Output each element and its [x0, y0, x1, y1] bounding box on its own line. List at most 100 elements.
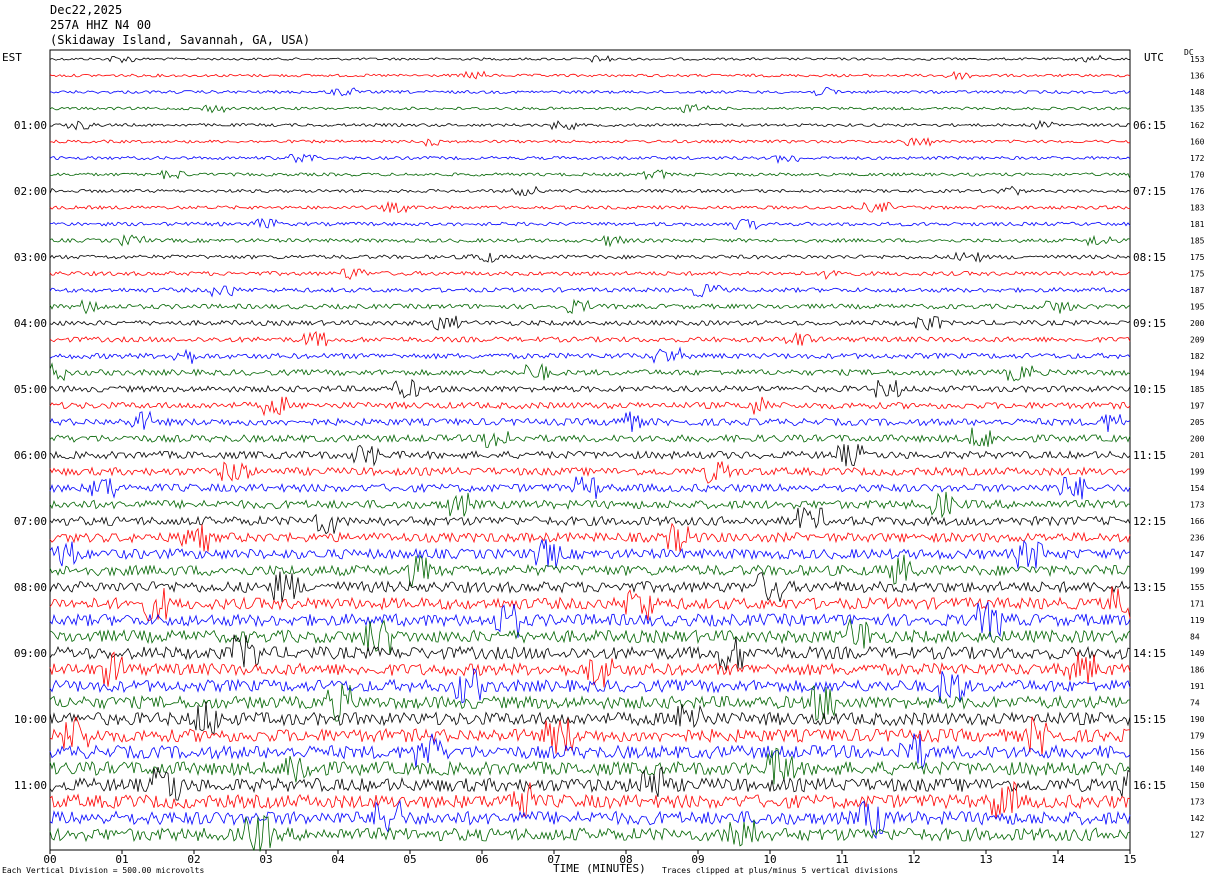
x-tick-label: 13	[979, 853, 992, 866]
trace-line-22	[49, 410, 1131, 432]
dc-offset-value: 195	[1190, 303, 1205, 312]
x-tick-label: 10	[763, 853, 776, 866]
dc-offset-value: 140	[1190, 765, 1205, 774]
dc-offset-value: 185	[1190, 385, 1205, 394]
dc-offset-value: 182	[1190, 352, 1205, 361]
trace-line-9	[49, 200, 1130, 214]
trace-line-21	[49, 396, 1131, 417]
dc-offset-value: 127	[1190, 831, 1205, 840]
utc-hour-label: 07:15	[1133, 185, 1166, 198]
utc-hour-label: 15:15	[1133, 713, 1166, 726]
dc-offset-value: 172	[1190, 154, 1205, 163]
dc-offset-value: 190	[1190, 715, 1205, 724]
trace-line-18	[49, 346, 1131, 364]
utc-hour-label: 14:15	[1133, 647, 1166, 660]
est-hour-label: 06:00	[14, 449, 47, 462]
dc-offset-value: 148	[1190, 88, 1205, 97]
dc-offset-value: 135	[1190, 105, 1205, 114]
dc-offset-value: 136	[1190, 72, 1205, 81]
dc-offset-value: 176	[1190, 187, 1205, 196]
utc-hour-labels: 06:15 07:15 08:15 09:15 10:15 11:15 12:15 13:15…	[1133, 119, 1166, 792]
dc-offset-value: 147	[1190, 550, 1205, 559]
division-scale-note: Each Vertical Division = 500.00 microvol…	[2, 866, 205, 875]
trace-line-4	[49, 119, 1131, 131]
helicorder-plot: 00 01 02 03 04 05 06 07 08 09 10 11 12 13 14 15 01:0002…	[14, 49, 1205, 866]
trace-line-29	[49, 522, 1131, 552]
x-axis-title: TIME (MINUTES)	[553, 862, 646, 875]
x-tick-label: 06	[475, 853, 488, 866]
dc-offset-value: 166	[1190, 517, 1205, 526]
trace-line-19	[49, 362, 1131, 382]
est-hour-label: 07:00	[14, 515, 47, 528]
dc-offset-value: 153	[1190, 55, 1205, 64]
utc-hour-label: 12:15	[1133, 515, 1166, 528]
dc-offset-value: 186	[1190, 666, 1205, 675]
dc-offset-value: 156	[1190, 748, 1205, 757]
trace-line-2	[49, 87, 1131, 97]
dc-offset-value: 187	[1190, 286, 1205, 295]
x-tick-label: 09	[691, 853, 704, 866]
dc-offset-value: 175	[1190, 253, 1205, 262]
trace-line-26	[49, 476, 1131, 500]
dc-offset-value: 191	[1190, 682, 1205, 691]
dc-offset-value: 142	[1190, 814, 1205, 823]
dc-offset-value: 179	[1190, 732, 1205, 741]
trace-line-16	[49, 315, 1131, 331]
clipping-note: Traces clipped at plus/minus 5 vertical …	[662, 866, 899, 875]
est-hour-label: 05:00	[14, 383, 47, 396]
dc-offset-value: 205	[1190, 418, 1205, 427]
utc-hour-label: 13:15	[1133, 581, 1166, 594]
dc-offset-value: 199	[1190, 567, 1205, 576]
trace-line-5	[49, 137, 1131, 147]
dc-offset-value: 200	[1190, 319, 1205, 328]
dc-offset-value: 170	[1190, 171, 1205, 180]
dc-offset-value: 162	[1190, 121, 1205, 130]
utc-hour-label: 08:15	[1133, 251, 1166, 264]
dc-offset-value: 181	[1190, 220, 1205, 229]
dc-offset-value: 183	[1190, 204, 1205, 213]
dc-offset-value: 171	[1190, 600, 1205, 609]
trace-line-38	[49, 668, 1131, 704]
dc-offset-value: 201	[1190, 451, 1205, 460]
dc-offset-value: 175	[1190, 270, 1205, 279]
dc-offset-value: 74	[1190, 699, 1200, 708]
dc-offset-value: 209	[1190, 336, 1205, 345]
trace-line-7	[49, 169, 1131, 181]
x-tick-label: 04	[331, 853, 345, 866]
x-tick-label: 01	[115, 853, 128, 866]
plot-frame	[49, 49, 1131, 851]
dc-offset-value: 155	[1190, 583, 1205, 592]
trace-line-11	[49, 234, 1131, 248]
dc-offset-value: 173	[1190, 501, 1205, 510]
est-hour-label: 03:00	[14, 251, 47, 264]
trace-line-13	[49, 268, 1131, 280]
x-tick-label: 15	[1123, 853, 1136, 866]
dc-offset-value: 236	[1190, 534, 1205, 543]
trace-line-17	[49, 331, 1131, 347]
dc-offset-value: 150	[1190, 781, 1205, 790]
dc-offset-value: 173	[1190, 798, 1205, 807]
trace-line-28	[49, 506, 1131, 535]
est-hour-label: 02:00	[14, 185, 47, 198]
dc-offset-labels: 153 136 148 135 162 160 172 170 176 183 181 185 175 1…	[1190, 55, 1205, 840]
dc-offset-value: 149	[1190, 649, 1205, 658]
utc-hour-label: 11:15	[1133, 449, 1166, 462]
dc-offset-value: 194	[1190, 369, 1205, 378]
trace-line-30	[49, 539, 1131, 569]
trace-line-20	[49, 378, 1131, 399]
est-hour-label: 04:00	[14, 317, 47, 330]
x-tick-label: 12	[907, 853, 920, 866]
x-tick-label: 05	[403, 853, 416, 866]
trace-line-46	[49, 799, 1131, 840]
trace-line-35	[49, 617, 1131, 655]
x-tick-label: 14	[1051, 853, 1065, 866]
x-tick-label: 11	[835, 853, 848, 866]
dc-offset-value: 185	[1190, 237, 1205, 246]
dc-offset-value: 84	[1190, 633, 1200, 642]
trace-line-0	[49, 54, 1131, 64]
trace-line-24	[49, 444, 1131, 467]
utc-hour-label: 10:15	[1133, 383, 1166, 396]
trace-line-15	[49, 298, 1131, 315]
trace-line-32	[49, 571, 1131, 603]
utc-hour-label: 09:15	[1133, 317, 1166, 330]
